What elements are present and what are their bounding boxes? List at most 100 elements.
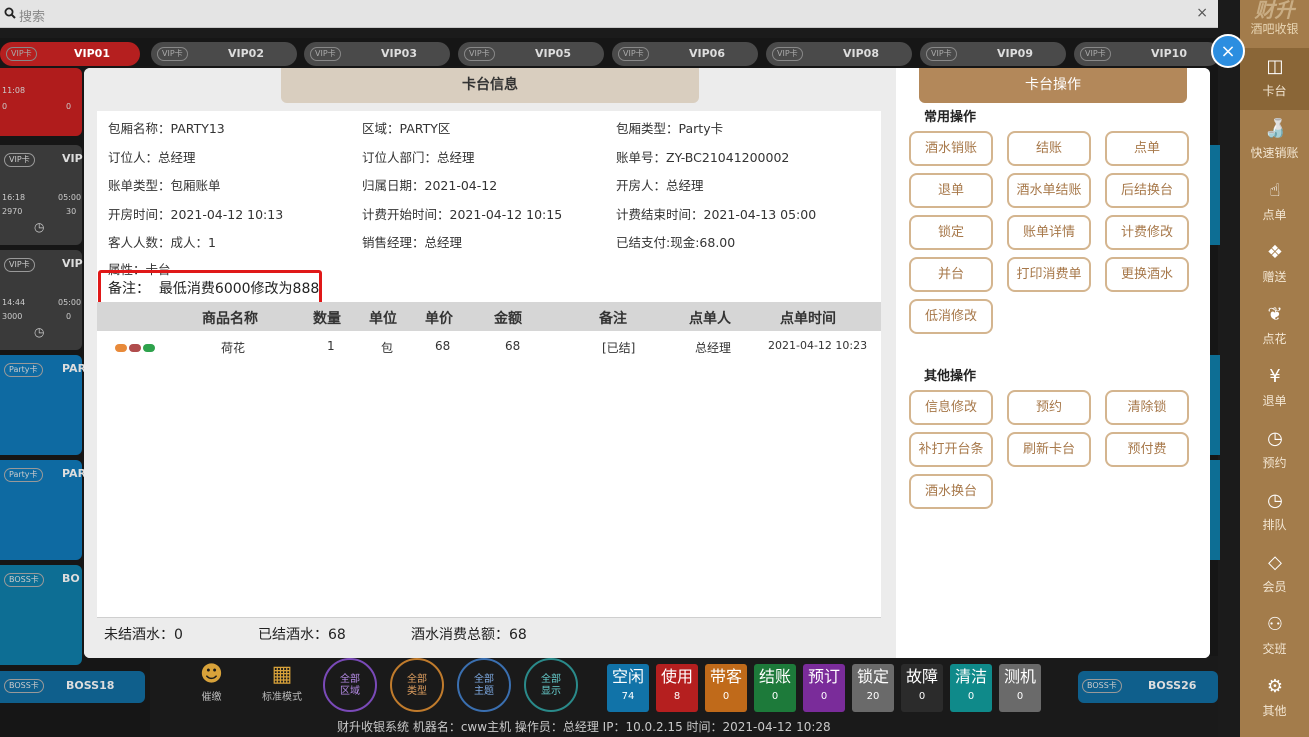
- bottle-icon: 🍶: [1264, 118, 1287, 139]
- filter-circle-button[interactable]: 全部 主题: [457, 658, 511, 712]
- card-type-tag: VIP卡: [618, 47, 649, 61]
- badge-icon: [115, 344, 127, 352]
- table-row[interactable]: 荷花 1 包 68 68 [已结] 总经理 2021-04-12 10:23: [97, 334, 881, 360]
- urge-payment-button[interactable]: ☻ 催缴: [200, 662, 223, 703]
- settled-total: 已结酒水：68: [258, 627, 346, 643]
- status-footer: 财升收银系统 机器名：cww主机 操作员：总经理 IP：10.0.2.15 时间…: [337, 720, 831, 734]
- card-type-tag: VIP卡: [310, 47, 341, 61]
- nav-item-4[interactable]: ❦ 点花: [1240, 296, 1309, 358]
- card-type-tag: VIP卡: [157, 47, 188, 61]
- op-button[interactable]: 清除锁: [1105, 390, 1189, 425]
- card-type-tag: VIP卡: [4, 153, 35, 167]
- op-button[interactable]: 并台: [909, 257, 993, 292]
- search-bar[interactable]: 搜索 ×: [0, 0, 1218, 28]
- status-filter-button[interactable]: 预订 0: [803, 664, 845, 712]
- table-tile-boss18[interactable]: BOSS卡 BOSS18: [0, 671, 145, 703]
- op-button[interactable]: 打印消费单: [1007, 257, 1091, 292]
- status-filter-button[interactable]: 清洁 0: [950, 664, 992, 712]
- nav-item-2[interactable]: ☝ 点单: [1240, 172, 1309, 234]
- nav-item-9[interactable]: ⚇ 交班: [1240, 606, 1309, 668]
- op-button[interactable]: 账单详情: [1007, 215, 1091, 250]
- drink-total: 酒水消费总额：68: [411, 627, 527, 643]
- nav-item-1[interactable]: 🍶 快速销账: [1240, 110, 1309, 172]
- op-button[interactable]: 退单: [909, 173, 993, 208]
- column-header: 备注: [599, 311, 627, 327]
- close-dialog-button[interactable]: ×: [1211, 34, 1245, 68]
- op-button[interactable]: 酒水换台: [909, 474, 993, 509]
- op-button[interactable]: 预付费: [1105, 432, 1189, 467]
- filter-circle-button[interactable]: 全部 类型: [390, 658, 444, 712]
- status-filter-button[interactable]: 锁定 20: [852, 664, 894, 712]
- op-button[interactable]: 酒水销账: [909, 131, 993, 166]
- nav-item-5[interactable]: ¥ 退单: [1240, 358, 1309, 420]
- vip-tab[interactable]: VIP卡 VIP08: [766, 42, 912, 66]
- nav-item-10[interactable]: ⚙ 其他: [1240, 668, 1309, 730]
- op-button[interactable]: 信息修改: [909, 390, 993, 425]
- grid-icon: ▦: [271, 662, 293, 687]
- nav-label: 预约: [1262, 456, 1287, 470]
- vip-tab[interactable]: VIP卡 VIP09: [920, 42, 1066, 66]
- nav-label: 快速销账: [1250, 146, 1299, 160]
- table-tile[interactable]: Party卡 PAR: [0, 460, 86, 560]
- filter-circle-button[interactable]: 全部 显示: [524, 658, 578, 712]
- nav-item-6[interactable]: ◷ 预约: [1240, 420, 1309, 482]
- info-field: 销售经理：总经理: [362, 235, 463, 250]
- users-icon: ⚇: [1266, 614, 1284, 635]
- vip-tab[interactable]: VIP卡 VIP10: [1074, 42, 1220, 66]
- badge-icon: [143, 344, 155, 352]
- divider: [97, 617, 881, 618]
- op-button[interactable]: 低消修改: [909, 299, 993, 334]
- open-time: 16:18: [2, 193, 26, 202]
- status-filter-button[interactable]: 空闲 74: [607, 664, 649, 712]
- vip-tab[interactable]: VIP卡 VIP05: [458, 42, 604, 66]
- status-filter-button[interactable]: 使用 8: [656, 664, 698, 712]
- vip-tab[interactable]: VIP卡 VIP06: [612, 42, 758, 66]
- info-field: 包厢名称：PARTY13: [108, 121, 225, 136]
- nav-label: 卡台: [1262, 84, 1287, 98]
- tab-table-info[interactable]: 卡台信息: [281, 68, 699, 103]
- table-info-pane: 卡台信息 包厢名称：PARTY13 区域：PARTY区 包厢类型：Party卡 订位人…: [84, 68, 896, 658]
- gift-icon: ❖: [1266, 242, 1284, 263]
- cell-qty: 1: [327, 339, 335, 353]
- op-button[interactable]: 锁定: [909, 215, 993, 250]
- nav-item-8[interactable]: ◇ 会员: [1240, 544, 1309, 606]
- filter-circle-button[interactable]: 全部 区域: [323, 658, 377, 712]
- op-button[interactable]: 更换酒水: [1105, 257, 1189, 292]
- nav-label: 退单: [1262, 394, 1287, 408]
- table-tile-boss26[interactable]: BOSS卡 BOSS26: [1078, 671, 1218, 703]
- card-type-tag: VIP卡: [464, 47, 495, 61]
- status-filter-button[interactable]: 带客 0: [705, 664, 747, 712]
- op-button[interactable]: 酒水单结账: [1007, 173, 1091, 208]
- op-button[interactable]: 补打开台条: [909, 432, 993, 467]
- table-tile[interactable]: BOSS卡 BO: [0, 565, 82, 665]
- clear-search-icon[interactable]: ×: [1196, 5, 1208, 21]
- table-tile[interactable]: 11:08 0 0: [0, 68, 82, 136]
- op-button[interactable]: 预约: [1007, 390, 1091, 425]
- tile-extra: 0: [66, 102, 72, 111]
- vip-tab[interactable]: VIP卡 VIP01: [0, 42, 140, 66]
- op-button[interactable]: 结账: [1007, 131, 1091, 166]
- table-tile[interactable]: Party卡 PAR: [0, 355, 86, 455]
- status-filter-button[interactable]: 故障 0: [901, 664, 943, 712]
- nav-item-0[interactable]: ◫ 卡台: [1240, 48, 1309, 110]
- column-header: 点单时间: [780, 311, 836, 327]
- tile-extra: 30: [66, 207, 77, 216]
- op-button[interactable]: 计费修改: [1105, 215, 1189, 250]
- nav-item-7[interactable]: ◷ 排队: [1240, 482, 1309, 544]
- tile-extra: 0: [66, 312, 72, 321]
- standard-mode-button[interactable]: ▦ 标准模式: [262, 662, 302, 703]
- op-button[interactable]: 后结换台: [1105, 173, 1189, 208]
- op-button[interactable]: 刷新卡台: [1007, 432, 1091, 467]
- card-type-tag: BOSS卡: [4, 573, 44, 587]
- vip-tab[interactable]: VIP卡 VIP02: [151, 42, 297, 66]
- table-tile[interactable]: VIP卡 VIP 16:18 05:00 2970 30 ◷: [0, 145, 83, 245]
- status-filter-button[interactable]: 测机 0: [999, 664, 1041, 712]
- status-filter-button[interactable]: 结账 0: [754, 664, 796, 712]
- cell-time: 2021-04-12 10:23: [768, 339, 868, 352]
- vip-tab[interactable]: VIP卡 VIP03: [304, 42, 450, 66]
- tab-table-ops[interactable]: 卡台操作: [919, 68, 1187, 103]
- nav-item-3[interactable]: ❖ 赠送: [1240, 234, 1309, 296]
- column-header: 商品名称: [202, 311, 258, 327]
- op-button[interactable]: 点单: [1105, 131, 1189, 166]
- table-tile[interactable]: VIP卡 VIP 14:44 05:00 3000 0 ◷: [0, 250, 83, 350]
